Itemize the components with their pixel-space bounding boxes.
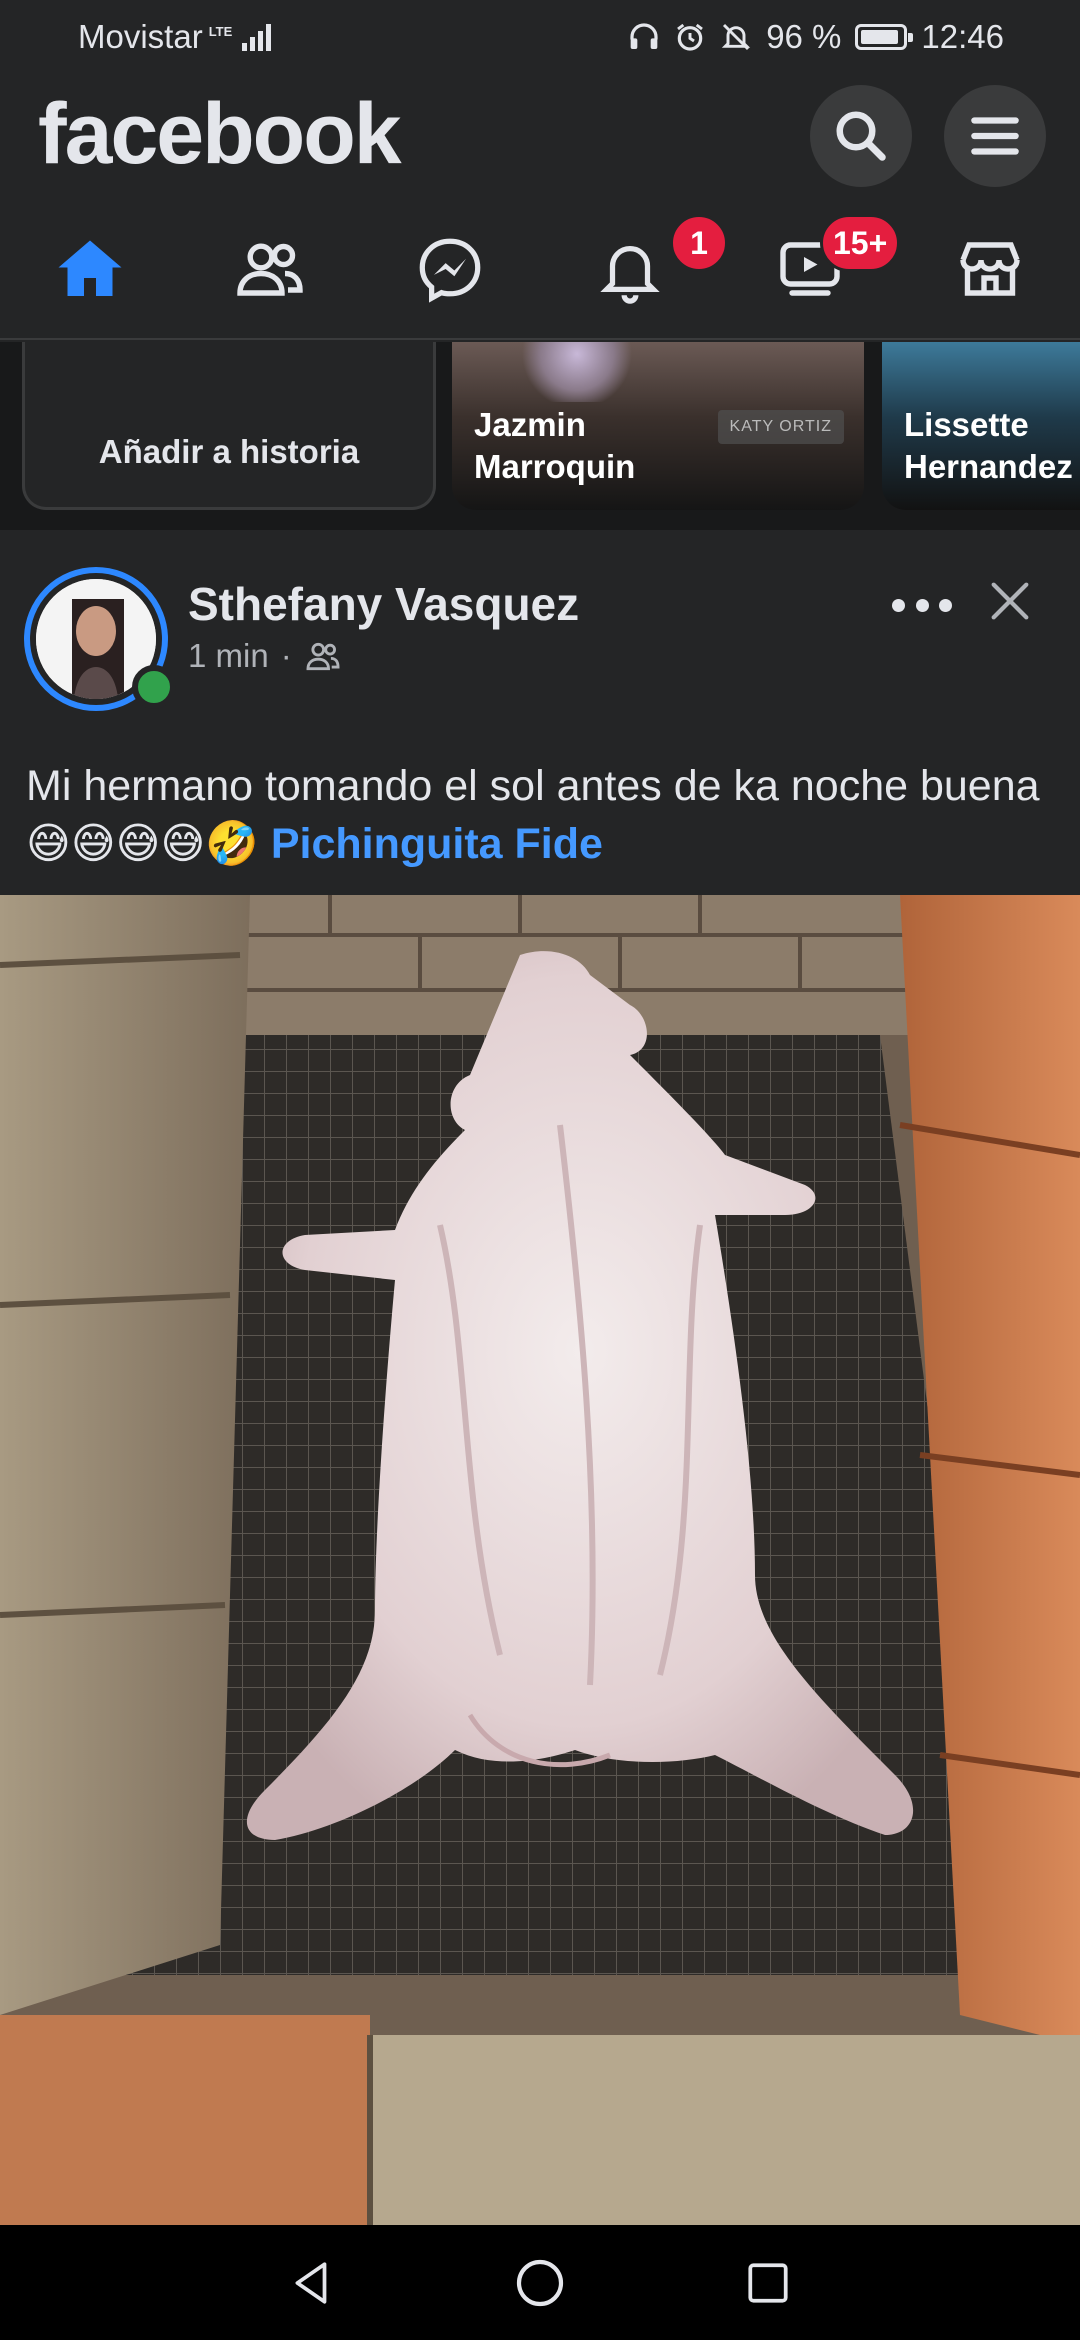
post-photo[interactable] — [0, 895, 1080, 2225]
post-time[interactable]: 1 min — [188, 637, 269, 675]
post-options-button[interactable] — [892, 585, 952, 625]
tab-notifications[interactable]: 1 — [540, 200, 728, 338]
recents-square-icon[interactable] — [743, 2258, 793, 2308]
bell-icon — [600, 245, 660, 304]
menu-button[interactable] — [944, 85, 1046, 187]
story-author-first: Lissette — [904, 406, 1029, 443]
main-nav: 1 15+ — [0, 200, 1080, 340]
post-photo-image — [0, 895, 1080, 2225]
story-author-first: Jazmin — [474, 406, 586, 443]
battery-icon — [855, 24, 914, 50]
story-author: Jazmin Marroquin — [474, 404, 635, 488]
alarm-icon — [677, 23, 704, 51]
back-triangle-icon[interactable] — [287, 2255, 337, 2311]
tagged-user-link[interactable]: Pichinguita Fide — [271, 820, 603, 868]
add-story-card[interactable]: Añadir a historia — [22, 342, 436, 510]
online-indicator — [132, 665, 176, 709]
app-header: facebook — [0, 75, 1080, 195]
feed-post: Sthefany Vasquez 1 min · Mi hermano toma… — [0, 545, 1080, 2225]
hamburger-menu-icon — [971, 117, 1019, 155]
network-type: LTE — [208, 23, 233, 39]
story-author: Lissette Hernandez — [904, 404, 1073, 488]
facebook-logo[interactable]: facebook — [38, 85, 402, 184]
post-text: Mi hermano tomando el sol antes de ka no… — [26, 757, 1056, 873]
meta-separator: · — [280, 637, 292, 674]
tab-messenger[interactable] — [360, 200, 540, 338]
tab-marketplace[interactable] — [900, 200, 1080, 338]
signal-icon — [242, 23, 272, 51]
search-button[interactable] — [810, 85, 912, 187]
more-dot-icon — [915, 598, 929, 612]
tab-friends[interactable] — [180, 200, 360, 338]
post-author[interactable]: Sthefany Vasquez — [188, 577, 579, 631]
home-circle-icon[interactable] — [512, 2255, 568, 2311]
story-card[interactable]: KATY ORTIZ Jazmin Marroquin — [452, 342, 864, 510]
add-story-label: Añadir a historia — [98, 433, 360, 470]
home-icon — [58, 240, 122, 296]
story-card[interactable]: Lissette Hernandez — [882, 342, 1080, 510]
status-right: 96 % 12:46 — [628, 18, 1004, 56]
story-watermark: KATY ORTIZ — [717, 410, 844, 444]
post-emojis: 😅😅😅😅🤣 — [26, 820, 259, 868]
clock: 12:46 — [921, 18, 1004, 55]
hide-post-button[interactable] — [982, 573, 1038, 629]
stories-tray: Añadir a historia KATY ORTIZ Jazmin Marr… — [0, 342, 1080, 530]
tab-home[interactable] — [0, 200, 180, 338]
search-icon — [836, 111, 886, 161]
tab-watch[interactable]: 15+ — [720, 200, 901, 338]
store-icon — [960, 242, 1020, 296]
more-dot-icon — [939, 598, 952, 612]
post-meta: 1 min · — [188, 637, 342, 675]
more-dot-icon — [892, 598, 905, 612]
friends-icon — [237, 243, 303, 296]
messenger-icon — [419, 238, 481, 303]
battery-percent: 96 % — [766, 18, 842, 55]
story-author-last: Hernandez — [904, 448, 1073, 485]
story-author-last: Marroquin — [474, 448, 636, 485]
post-body: Mi hermano tomando el sol antes de ka no… — [26, 762, 1040, 810]
mute-bell-icon — [721, 23, 751, 51]
carrier-name: Movistar — [78, 18, 203, 55]
headphones-icon — [630, 23, 658, 49]
status-left: Movistar LTE — [78, 18, 272, 56]
status-bar: Movistar LTE 96 % 12:46 — [0, 0, 1080, 75]
watch-badge: 15+ — [820, 214, 901, 272]
system-nav-bar — [0, 2225, 1080, 2340]
story-thumbnail — [522, 342, 632, 402]
close-icon — [991, 582, 1029, 620]
friends-audience-icon[interactable] — [304, 637, 342, 675]
